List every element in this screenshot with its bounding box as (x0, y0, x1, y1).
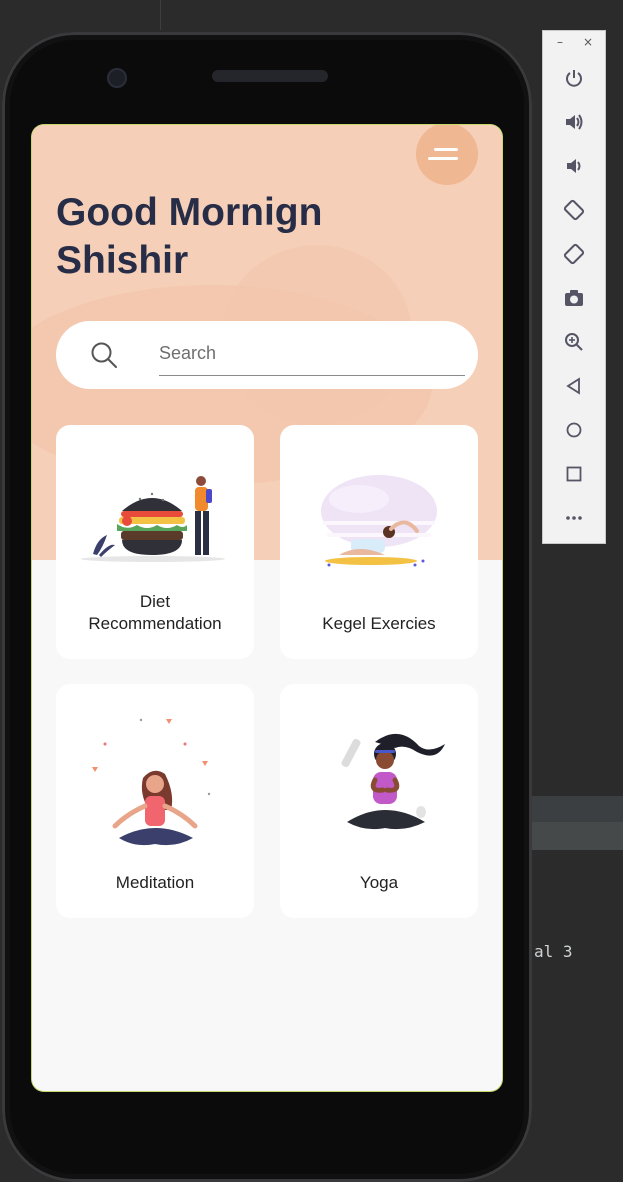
volume-up-button[interactable] (559, 107, 589, 137)
card-label: Diet Recommendation (66, 591, 244, 635)
user-name: Shishir (56, 239, 189, 282)
rotate-right-icon (563, 243, 585, 265)
category-card-meditation[interactable]: Meditation (56, 684, 254, 918)
emulator-window-controls: – × (543, 31, 605, 57)
card-label: Meditation (66, 872, 244, 894)
search-bar[interactable] (56, 321, 478, 389)
close-button[interactable]: × (583, 35, 593, 49)
category-card-kegel[interactable]: Kegel Exercies (280, 425, 478, 659)
overview-button[interactable] (559, 459, 589, 489)
card-label-line: Kegel Exercies (322, 614, 436, 633)
menu-button[interactable] (416, 125, 478, 185)
rotate-right-button[interactable] (559, 239, 589, 269)
diet-illustration (81, 476, 225, 562)
ide-selected-line (520, 822, 623, 850)
power-icon (566, 70, 582, 87)
card-label-line: Diet (139, 592, 171, 611)
more-button[interactable] (559, 503, 589, 533)
ide-code-fragment: al 3 (534, 942, 573, 961)
rotate-left-button[interactable] (559, 195, 589, 225)
category-card-yoga[interactable]: Yoga (280, 684, 478, 918)
greeting-line: Good Mornign (56, 191, 323, 234)
home-button[interactable] (559, 415, 589, 445)
phone-frame: Good Mornign Shishir Search Diet Recomme… (2, 32, 532, 1182)
greeting-title: Good Mornign Shishir (56, 189, 416, 285)
search-icon (91, 342, 117, 368)
card-label-line: Yoga (359, 873, 399, 892)
back-triangle-icon (566, 377, 580, 395)
power-button[interactable] (559, 63, 589, 93)
emulator-toolbar: – × (542, 30, 606, 544)
camera-icon (565, 290, 583, 306)
card-label-line: Recommendation (88, 614, 222, 633)
front-camera (107, 68, 127, 88)
minimize-button[interactable]: – (557, 35, 563, 49)
menu-icon (428, 157, 458, 160)
back-button[interactable] (559, 371, 589, 401)
menu-icon (434, 148, 458, 151)
card-label-line: Meditation (115, 873, 195, 892)
zoom-in-icon (565, 333, 583, 351)
earpiece-speaker (212, 70, 328, 82)
ide-tab-band (520, 796, 623, 822)
volume-down-icon (567, 159, 581, 173)
home-circle-icon (566, 422, 582, 438)
screenshot-button[interactable] (559, 283, 589, 313)
app-screen: Good Mornign Shishir Search Diet Recomme… (32, 125, 502, 1091)
category-card-diet[interactable]: Diet Recommendation (56, 425, 254, 659)
meditation-illustration (92, 718, 211, 846)
volume-down-button[interactable] (559, 151, 589, 181)
card-label: Yoga (290, 872, 468, 894)
yoga-illustration (341, 733, 445, 830)
zoom-button[interactable] (559, 327, 589, 357)
search-input[interactable] (159, 339, 465, 376)
ide-divider (160, 0, 161, 30)
volume-up-icon (566, 114, 583, 130)
overview-square-icon (566, 466, 582, 482)
more-dots-icon (566, 516, 582, 520)
rotate-left-icon (563, 199, 585, 221)
kegel-illustration (321, 475, 437, 567)
card-label: Kegel Exercies (290, 613, 468, 635)
